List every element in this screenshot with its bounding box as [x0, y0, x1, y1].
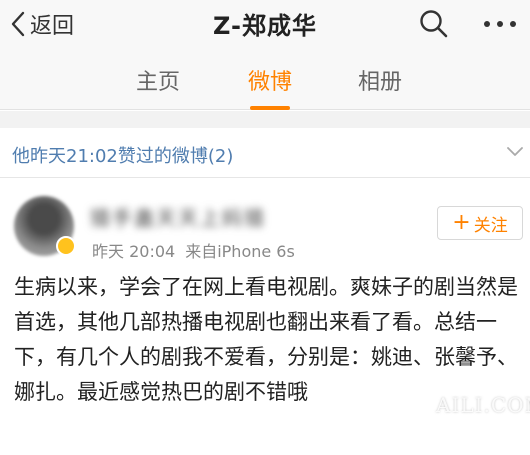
follow-button[interactable]: + 关注: [437, 206, 523, 240]
tab-weibo[interactable]: 微博: [248, 64, 292, 96]
verified-badge-icon: [56, 236, 76, 256]
post-source: 来自iPhone 6s: [185, 242, 295, 261]
post-time: 昨天 20:04: [92, 242, 176, 261]
chevron-down-icon: [507, 147, 523, 156]
search-icon[interactable]: [418, 8, 450, 40]
post-meta: 昨天 20:04 来自iPhone 6s: [92, 238, 295, 262]
post-body: 生病以来，学会了在网上看电视剧。爽妹子的剧当然是首选，其他几部热播电视剧也翻出来…: [14, 275, 518, 404]
tab-home[interactable]: 主页: [136, 64, 180, 96]
more-dots-icon[interactable]: [480, 12, 520, 36]
username-text: 猎手蛊天天上妈猎: [90, 206, 266, 230]
top-navigation-bar: 返回 Z-郑成华: [0, 0, 530, 48]
profile-tabs: 主页 微博 相册: [0, 48, 530, 110]
active-tab-indicator: [250, 106, 290, 110]
section-divider: [0, 111, 530, 128]
follow-label: 关注: [473, 215, 508, 236]
page-title: Z-郑成华: [213, 12, 317, 40]
post-username[interactable]: 猎手蛊天天上妈猎: [90, 202, 264, 230]
plus-icon: +: [452, 210, 471, 235]
liked-posts-bar[interactable]: 他昨天21:02赞过的微博(2): [0, 128, 530, 178]
tab-album[interactable]: 相册: [358, 64, 402, 96]
liked-posts-text: 他昨天21:02赞过的微博(2): [12, 146, 234, 167]
